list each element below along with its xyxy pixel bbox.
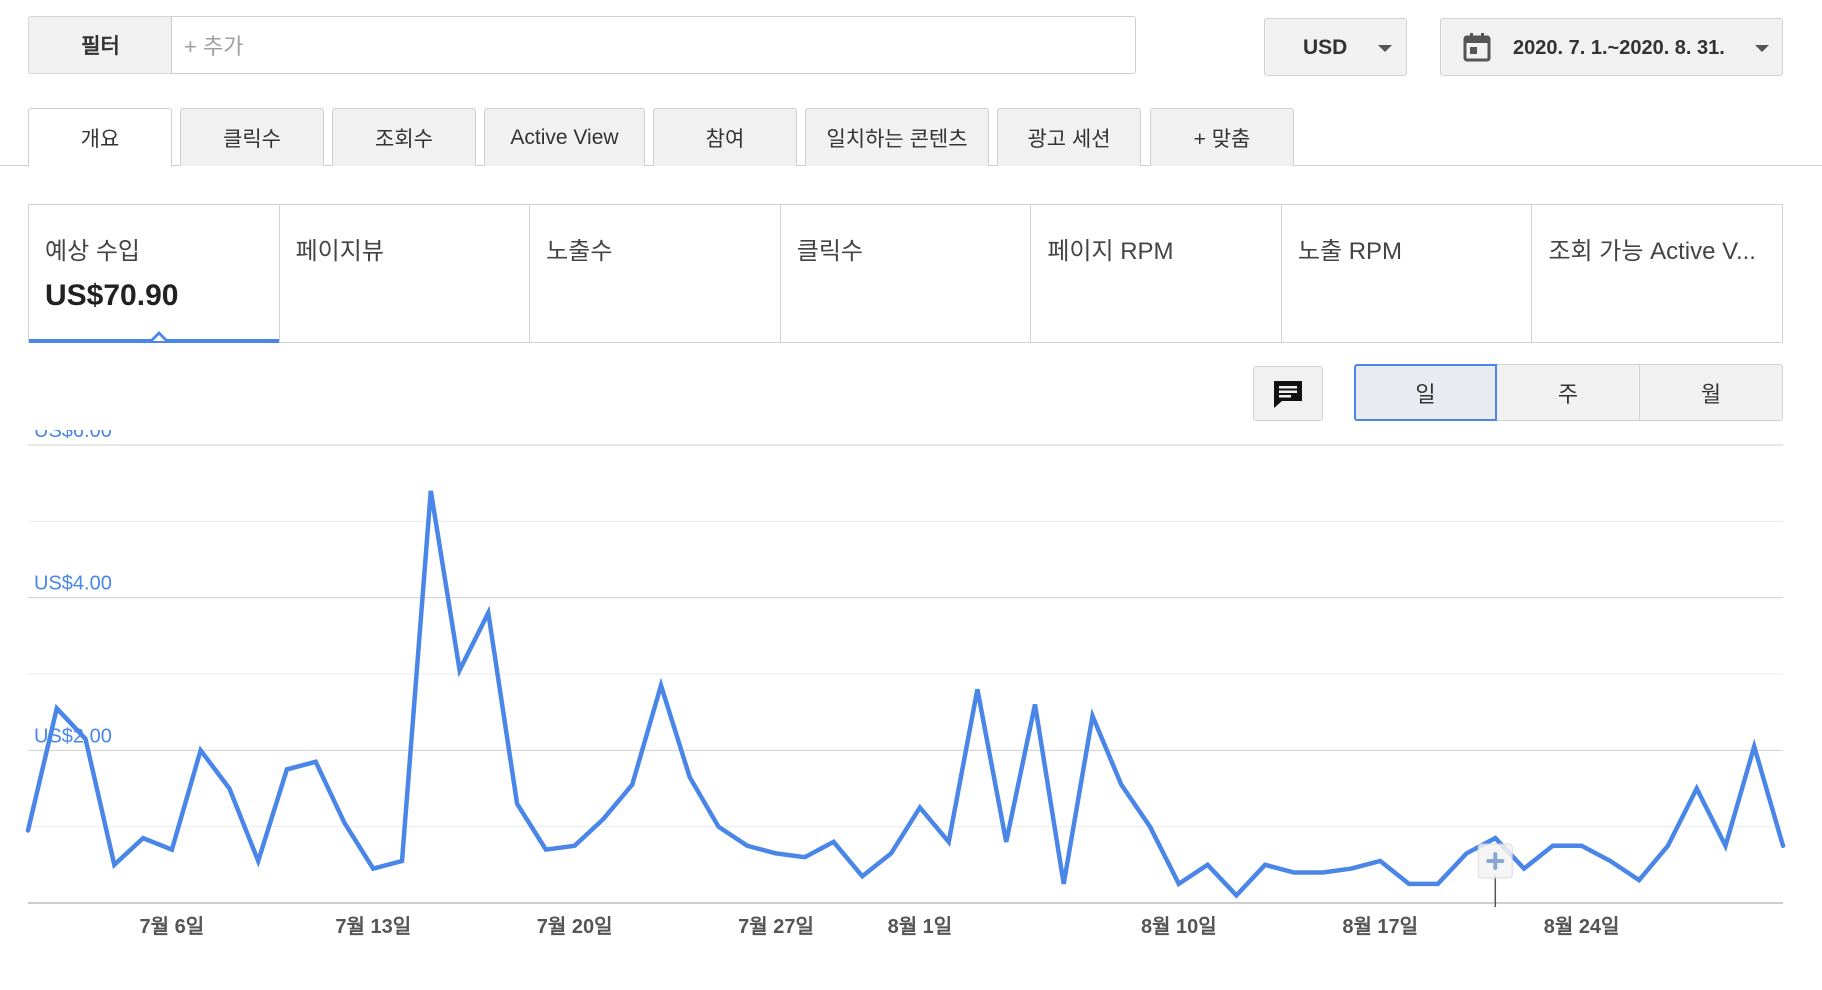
date-range-picker[interactable]: 2020. 7. 1.~2020. 8. 31.	[1440, 18, 1783, 76]
x-tick-label: 7월 13일	[335, 915, 411, 938]
metric-card-pageviews[interactable]: 페이지뷰	[280, 205, 531, 342]
filter-button[interactable]: 필터	[28, 16, 172, 74]
period-day-button[interactable]: 일	[1354, 364, 1497, 421]
x-tick-label: 7월 27일	[738, 915, 814, 938]
earnings-line-chart: US$6.00US$4.00US$2.007월 6일 7월 13일 7월 20일 7월…	[25, 430, 1786, 938]
x-tick-label: 8월 24일	[1544, 915, 1620, 938]
metric-cards: 예상 수입 US$70.90 페이지뷰 노출수 클릭수 페이지 RPM 노출 R…	[28, 204, 1783, 343]
tab-clicks[interactable]: 클릭수	[180, 108, 324, 166]
metric-active-notch	[150, 331, 168, 341]
y-tick-label: US$4.00	[34, 573, 112, 595]
currency-selector[interactable]: USD	[1264, 18, 1407, 76]
x-tick-label: 8월 10일	[1141, 915, 1217, 938]
tab-matched-content[interactable]: 일치하는 콘텐츠	[805, 108, 989, 166]
metric-name: 페이지 RPM	[1047, 238, 1174, 265]
x-tick-label: 7월 20일	[537, 915, 613, 938]
annotation-button[interactable]	[1253, 366, 1323, 421]
metric-name: 노출 RPM	[1297, 238, 1403, 265]
x-tick-label: 8월 17일	[1342, 915, 1418, 938]
tab-active-view[interactable]: Active View	[484, 108, 645, 166]
x-tick-label: 7월 6일	[140, 915, 205, 938]
chevron-down-icon	[1755, 45, 1769, 52]
metric-card-viewable-active-view[interactable]: 조회 가능 Active V...	[1532, 205, 1782, 342]
filter-add-input[interactable]: + 추가	[171, 16, 1136, 74]
period-week-button[interactable]: 주	[1496, 364, 1640, 421]
series-line	[25, 490, 1786, 899]
metric-card-impressions[interactable]: 노출수	[530, 205, 781, 342]
tab-ad-sessions[interactable]: 광고 세션	[997, 108, 1141, 166]
metric-name: 클릭수	[796, 238, 863, 265]
chevron-down-icon	[1378, 45, 1392, 52]
metric-name: 노출수	[546, 238, 613, 265]
tab-custom[interactable]: + 맞춤	[1150, 108, 1294, 166]
tab-overview[interactable]: 개요	[28, 108, 172, 167]
calendar-icon	[1463, 33, 1491, 62]
metric-card-impression-rpm[interactable]: 노출 RPM	[1282, 205, 1533, 342]
period-month-button[interactable]: 월	[1639, 364, 1783, 421]
metric-card-estimated-earnings[interactable]: 예상 수입 US$70.90	[29, 205, 280, 343]
currency-label: USD	[1303, 36, 1348, 59]
filter-placeholder: + 추가	[184, 34, 244, 59]
metric-card-clicks[interactable]: 클릭수	[781, 205, 1032, 342]
metric-value: US$70.90	[45, 279, 179, 312]
date-range-label: 2020. 7. 1.~2020. 8. 31.	[1513, 37, 1725, 59]
metric-name: 조회 가능 Active V...	[1548, 238, 1756, 265]
metric-name: 예상 수입	[45, 238, 140, 265]
x-tick-label: 8월 1일	[888, 915, 953, 938]
metric-card-page-rpm[interactable]: 페이지 RPM	[1031, 205, 1282, 342]
tab-views[interactable]: 조회수	[332, 108, 476, 166]
y-tick-label: US$6.00	[34, 430, 112, 442]
tab-engagement[interactable]: 참여	[653, 108, 797, 166]
comment-icon	[1274, 380, 1302, 408]
metric-name: 페이지뷰	[295, 238, 384, 265]
